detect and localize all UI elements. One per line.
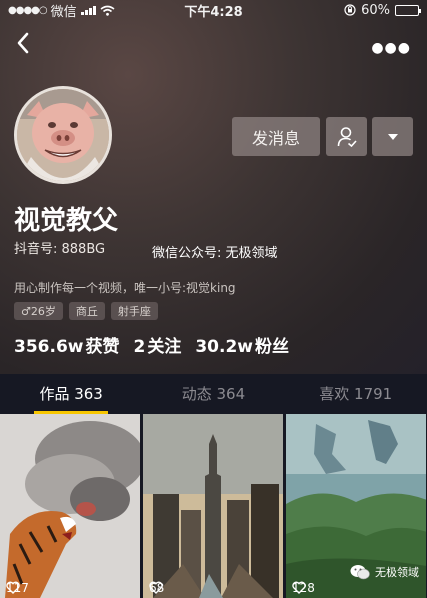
clock: 下午4:28 [184, 4, 243, 20]
wifi-icon [100, 5, 115, 16]
triangle-down-icon [387, 133, 398, 140]
tab-moments[interactable]: 动态 364 [142, 374, 284, 414]
tag-zodiac: 射手座 [110, 302, 158, 320]
watermark-text: 微信公众号: 无极领域 [152, 246, 278, 261]
back-button[interactable] [12, 30, 34, 56]
cellular-signal-icon [80, 5, 96, 15]
content-tabs: 作品 363 动态 364 喜欢 1791 [0, 374, 427, 414]
stat-following[interactable]: 2 关注 [133, 332, 181, 357]
video-like-count: 68 [149, 581, 165, 595]
status-bar: ●●●●○ 微信 下午4:28 60% [0, 0, 427, 20]
tab-liked[interactable]: 喜欢 1791 [285, 374, 427, 414]
city-skyline-thumbnail-image [143, 414, 283, 598]
profile-stats: 356.6w 获赞 2 关注 30.2w 粉丝 [14, 332, 289, 357]
wechat-icon [350, 565, 370, 580]
heart-icon [292, 581, 306, 594]
more-dots-icon: ●●● [371, 40, 411, 56]
video-like-count: 117 [6, 581, 29, 595]
battery-icon [395, 4, 421, 16]
signal-dots-icon: ●●●●○ [8, 4, 48, 16]
avatar[interactable] [14, 86, 112, 184]
more-menu-button[interactable]: ●●● [371, 40, 411, 56]
heart-icon [149, 581, 163, 594]
tag-age-gender: ♂26岁 [14, 302, 63, 320]
douyin-id[interactable]: 抖音号: 888BG [14, 238, 105, 257]
tab-works[interactable]: 作品 363 [0, 374, 142, 414]
orientation-lock-icon [344, 4, 356, 16]
stat-likes[interactable]: 356.6w 获赞 [14, 332, 119, 357]
profile-name: 视觉教父 [14, 206, 119, 236]
add-user-icon [337, 126, 357, 147]
battery-percent: 60% [361, 2, 390, 18]
video-thumbnail[interactable]: 68 [143, 414, 283, 598]
video-like-count: 128 [292, 581, 315, 595]
carrier-label: 微信 [50, 4, 77, 20]
tiger-smoke-thumbnail-image [0, 414, 140, 598]
tag-location: 商丘 [68, 302, 105, 320]
follow-button[interactable] [326, 117, 367, 156]
profile-tags: ♂26岁 商丘 射手座 [14, 302, 158, 320]
profile-bio: 用心制作每一个视频，唯一小号:视觉king [14, 281, 236, 295]
heart-icon [6, 581, 20, 594]
recommend-dropdown-button[interactable] [372, 117, 413, 156]
wechat-watermark: 无极领域 [350, 564, 419, 580]
pig-mask-avatar-image [17, 89, 109, 181]
send-message-button[interactable]: 发消息 [232, 117, 320, 156]
chevron-left-icon [17, 32, 29, 54]
stat-followers[interactable]: 30.2w 粉丝 [195, 332, 289, 357]
video-thumbnail[interactable]: 117 [0, 414, 140, 598]
